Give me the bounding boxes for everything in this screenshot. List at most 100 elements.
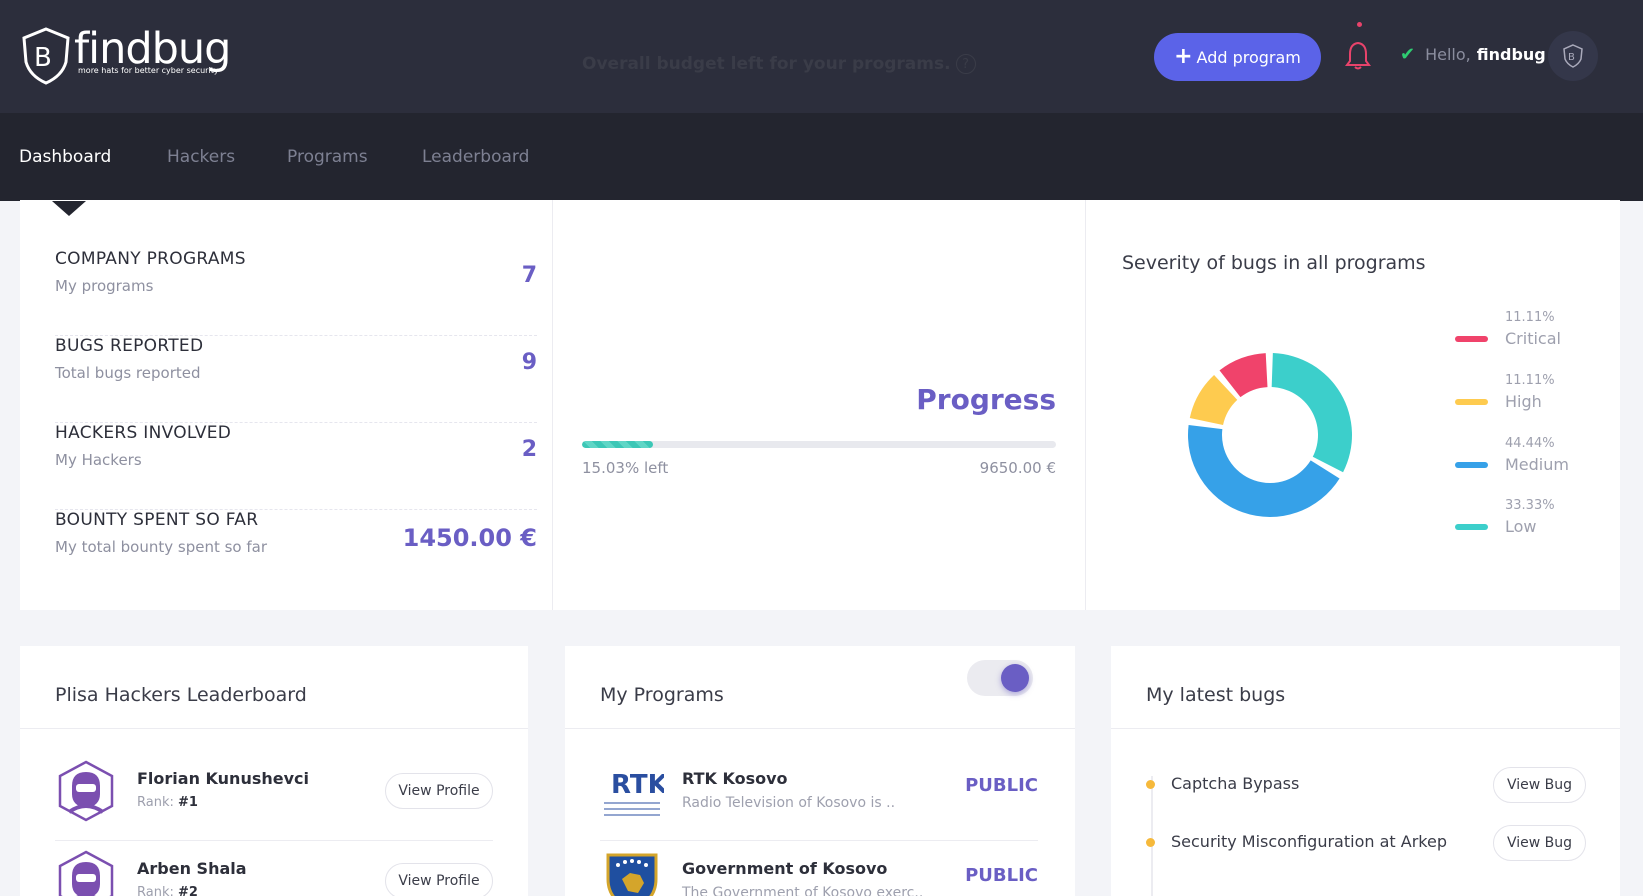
leaderboard-row: Florian Kunushevci Rank: #1 View Profile (55, 751, 493, 841)
leaderboard-title: Plisa Hackers Leaderboard (55, 684, 307, 706)
latest-bugs-card: My latest bugs Captcha Bypass View Bug S… (1111, 646, 1620, 896)
hacker-rank: Rank: #1 (137, 795, 198, 810)
my-programs-card: My Programs RTK RTK Kosovo Radio Televis… (565, 646, 1075, 896)
legend-high: 11.11% High (1455, 373, 1555, 411)
rtk-logo-icon: RTK (604, 770, 669, 816)
government-logo (600, 849, 664, 896)
budget-progress-bar (582, 441, 1056, 448)
hacker-name: Arben Shala (137, 859, 247, 878)
greeting-text: Hello, (1425, 45, 1471, 64)
avatar-shield-icon: B (1563, 44, 1583, 68)
stat-subtitle: My Hackers (55, 451, 142, 469)
bug-title: Security Misconfiguration at Arkep (1171, 832, 1447, 851)
legend-critical: 11.11% Critical (1455, 310, 1561, 348)
add-program-button[interactable]: + Add program (1154, 33, 1321, 81)
budget-title-text: Overall budget left for your programs. (582, 54, 951, 74)
nav-dashboard[interactable]: Dashboard (19, 147, 111, 167)
view-profile-button[interactable]: View Profile (385, 773, 493, 809)
nav-hackers[interactable]: Hackers (167, 147, 235, 167)
plus-icon: + (1174, 44, 1193, 69)
budget-progress-fill (582, 441, 654, 448)
progress-heading: Progress (916, 383, 1056, 416)
column-divider (552, 200, 553, 610)
programs-toggle[interactable] (967, 660, 1033, 696)
legend-label: High (1505, 392, 1542, 411)
program-visibility-badge: PUBLIC (965, 865, 1038, 886)
svg-text:B: B (1568, 52, 1575, 63)
stat-title: HACKERS INVOLVED (55, 423, 232, 443)
nav-leaderboard[interactable]: Leaderboard (422, 147, 529, 167)
stat-value: 1450.00 € (402, 524, 537, 552)
stat-value: 2 (521, 437, 537, 462)
bug-item: Security Misconfiguration at Arkep View … (1146, 819, 1586, 869)
stat-title: BUGS REPORTED (55, 336, 204, 356)
view-profile-button[interactable]: View Profile (385, 863, 493, 896)
stat-title: BOUNTY SPENT SO FAR (55, 510, 259, 530)
legend-medium: 44.44% Medium (1455, 436, 1569, 474)
legend-percent: 33.33% (1505, 498, 1555, 513)
legend-low: 33.33% Low (1455, 498, 1555, 536)
stat-bounty-spent: BOUNTY SPENT SO FAR My total bounty spen… (55, 510, 537, 597)
program-description: The Government of Kosovo exerc.. (682, 885, 924, 896)
nav-programs[interactable]: Programs (287, 147, 368, 167)
bug-item: Captcha Bypass View Bug (1146, 761, 1586, 811)
my-programs-title: My Programs (600, 684, 724, 706)
brand-logo[interactable]: B findbug more hats for better cyber sec… (20, 26, 231, 86)
timeline-dot (1146, 780, 1155, 789)
program-row[interactable]: Government of Kosovo The Government of K… (600, 841, 1038, 896)
stat-hackers-involved: HACKERS INVOLVED My Hackers 2 (55, 423, 537, 510)
legend-swatch (1455, 335, 1488, 342)
coat-of-arms-icon (606, 853, 658, 896)
stat-value: 7 (521, 263, 537, 288)
legend-label: Medium (1505, 455, 1569, 474)
rtk-logo: RTK (600, 759, 669, 823)
stat-company-programs: COMPANY PROGRAMS My programs 7 (55, 249, 537, 336)
toggle-knob (1001, 664, 1029, 692)
budget-title: Overall budget left for your programs. ? (582, 54, 976, 74)
stat-title: COMPANY PROGRAMS (55, 249, 246, 269)
rtk-logo-text: RTK (611, 770, 664, 800)
donut-slice-medium (1188, 425, 1340, 517)
brand-tagline: more hats for better cyber security (78, 66, 219, 75)
program-row[interactable]: RTK RTK Kosovo Radio Television of Kosov… (600, 751, 1038, 841)
main-nav: Dashboard Hackers Programs Leaderboard (0, 113, 1643, 201)
leaderboard-row: Arben Shala Rank: #2 View Profile (55, 841, 493, 896)
legend-swatch (1455, 398, 1488, 405)
severity-title: Severity of bugs in all programs (1122, 252, 1426, 274)
program-name: Government of Kosovo (682, 859, 888, 878)
hacker-avatar-icon (58, 850, 114, 896)
bug-title: Captcha Bypass (1171, 774, 1300, 793)
user-avatar[interactable]: B (1548, 31, 1598, 81)
program-visibility-badge: PUBLIC (965, 775, 1038, 796)
stat-subtitle: My programs (55, 277, 154, 295)
help-icon[interactable]: ? (955, 54, 976, 74)
card-divider (565, 728, 1075, 729)
view-bug-button[interactable]: View Bug (1493, 767, 1586, 803)
stat-subtitle: My total bounty spent so far (55, 538, 268, 556)
rank-label: Rank: (137, 795, 174, 810)
card-divider (1111, 728, 1620, 729)
rank-value: #1 (178, 795, 198, 810)
user-greeting: ✔ Hello, findbug (1400, 44, 1546, 65)
legend-percent: 11.11% (1505, 373, 1555, 388)
add-program-label: Add program (1196, 47, 1301, 67)
severity-donut-chart (1188, 353, 1352, 517)
view-bug-button[interactable]: View Bug (1493, 825, 1586, 861)
stat-subtitle: Total bugs reported (55, 364, 201, 382)
budget-left-text: 15.03% left (582, 459, 669, 477)
bell-icon[interactable] (1345, 40, 1371, 70)
budget-total-text: 9650.00 € (979, 459, 1056, 477)
hacker-name: Florian Kunushevci (137, 769, 309, 788)
legend-percent: 44.44% (1505, 436, 1555, 451)
notification-dot (1357, 22, 1362, 27)
svg-text:B: B (34, 43, 52, 73)
rank-value: #2 (178, 885, 198, 896)
legend-label: Critical (1505, 329, 1561, 348)
leaderboard-card: Plisa Hackers Leaderboard Florian Kunush… (20, 646, 528, 896)
hacker-avatar-icon (58, 760, 114, 822)
card-divider (20, 728, 528, 729)
timeline-dot (1146, 838, 1155, 847)
check-icon: ✔ (1400, 44, 1416, 65)
column-divider (1085, 200, 1086, 610)
legend-label: Low (1505, 517, 1537, 536)
